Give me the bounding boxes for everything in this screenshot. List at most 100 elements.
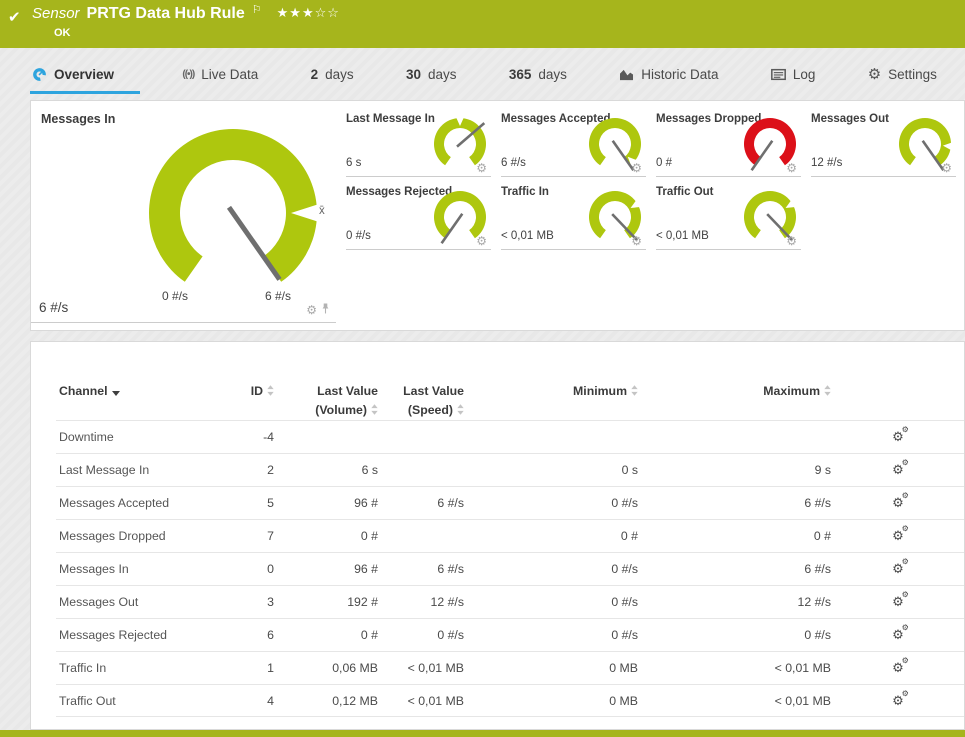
cell-last-value-volume: 6 s	[274, 463, 378, 477]
tab-log[interactable]: Log	[769, 67, 826, 94]
cell-minimum: 0 #/s	[464, 628, 638, 642]
tab-overview[interactable]: Overview	[30, 67, 140, 94]
gear-icon[interactable]: ⚙	[941, 162, 952, 174]
gear-icon[interactable]: ⚙	[786, 235, 797, 247]
gauge-title: Last Message In	[346, 113, 435, 125]
table-row-traffic-out[interactable]: Traffic Out40,12 MB< 0,01 MB0 MB< 0,01 M…	[56, 684, 964, 717]
tab-number: 2	[311, 67, 319, 82]
tab-historic-data[interactable]: Historic Data	[617, 67, 728, 94]
table-row-messages-out[interactable]: Messages Out3192 #12 #/s0 #/s12 #/s⚙⚙	[56, 585, 964, 618]
gear-icon[interactable]: ⚙	[631, 235, 642, 247]
column-header-id[interactable]: ID	[219, 382, 274, 420]
cell-maximum: < 0,01 MB	[638, 694, 831, 708]
cell-id: 2	[219, 463, 274, 477]
channel-settings-icon[interactable]: ⚙⚙	[831, 495, 965, 511]
channel-settings-icon[interactable]: ⚙⚙	[831, 627, 965, 643]
cell-id: 7	[219, 529, 274, 543]
tab-365-days[interactable]: 365 days	[507, 67, 577, 94]
cell-channel: Messages Accepted	[59, 496, 219, 510]
channels-table-header: ChannelIDLast Value (Volume)Last Value (…	[31, 382, 964, 420]
cell-last-value-volume: 0,12 MB	[274, 694, 378, 708]
sort-icon	[371, 402, 378, 421]
channel-settings-icon[interactable]: ⚙⚙	[831, 594, 965, 610]
sensor-title-block: Sensor PRTG Data Hub Rule ⚐ ★★★☆☆ OK	[32, 5, 340, 39]
table-row-messages-accepted[interactable]: Messages Accepted596 #6 #/s0 #/s6 #/s⚙⚙	[56, 486, 964, 519]
cell-last-value-volume: 0,06 MB	[274, 661, 378, 675]
gauge-title: Traffic In	[501, 186, 549, 198]
cell-last-value-speed: < 0,01 MB	[378, 661, 464, 675]
column-header-last-value-speed[interactable]: Last Value (Speed)	[378, 382, 464, 420]
cell-channel: Last Message In	[59, 463, 219, 477]
tab-bar: Overview((•))Live Data2days30days365days…	[0, 48, 965, 94]
cell-last-value-speed: 6 #/s	[378, 496, 464, 510]
tab-number: 365	[509, 67, 532, 82]
column-header-channel[interactable]: Channel	[59, 382, 219, 420]
gear-icon[interactable]: ⚙	[476, 162, 487, 174]
gear-icon[interactable]: ⚙	[476, 235, 487, 247]
cell-id: 4	[219, 694, 274, 708]
tab-settings[interactable]: ⚙Settings	[866, 67, 947, 94]
gauge-current-value: < 0,01 MB	[501, 230, 554, 242]
table-row-last-message-in[interactable]: Last Message In26 s0 s9 s⚙⚙	[56, 453, 964, 486]
channels-table-body: Downtime-4⚙⚙Last Message In26 s0 s9 s⚙⚙M…	[31, 420, 964, 717]
table-row-messages-in[interactable]: Messages In096 #6 #/s0 #/s6 #/s⚙⚙	[56, 552, 964, 585]
table-row-traffic-in[interactable]: Traffic In10,06 MB< 0,01 MB0 MB< 0,01 MB…	[56, 651, 964, 684]
cell-maximum: 6 #/s	[638, 562, 831, 576]
channel-settings-icon[interactable]: ⚙⚙	[831, 462, 965, 478]
gauge-current-value: 0 #/s	[346, 230, 371, 242]
messages-in-gauge	[141, 121, 325, 305]
column-header-maximum[interactable]: Maximum	[638, 382, 831, 420]
cell-channel: Downtime	[59, 430, 219, 444]
gauge-average-marker: x̄	[319, 205, 325, 217]
tab-label: days	[538, 67, 567, 82]
cell-channel: Messages Rejected	[59, 628, 219, 642]
gauge-tile-last-message-in: Last Message In 6 s ⚙	[346, 109, 491, 177]
cell-channel: Messages Out	[59, 595, 219, 609]
channels-table-panel: ChannelIDLast Value (Volume)Last Value (…	[30, 341, 965, 730]
table-row-messages-rejected[interactable]: Messages Rejected60 #0 #/s0 #/s0 #/s⚙⚙	[56, 618, 964, 651]
gear-icon[interactable]: ⚙	[786, 162, 797, 174]
pin-icon[interactable]	[321, 301, 330, 319]
priority-stars[interactable]: ★★★☆☆	[277, 5, 340, 21]
cell-last-value-speed: < 0,01 MB	[378, 694, 464, 708]
table-row-messages-dropped[interactable]: Messages Dropped70 #0 #0 #⚙⚙	[56, 519, 964, 552]
tab-2-days[interactable]: 2days	[309, 67, 364, 94]
cell-last-value-volume: 192 #	[274, 595, 378, 609]
channel-settings-icon[interactable]: ⚙⚙	[831, 561, 965, 577]
tab-live-data[interactable]: ((•))Live Data	[180, 67, 268, 94]
cell-id: 5	[219, 496, 274, 510]
cell-last-value-speed: 6 #/s	[378, 562, 464, 576]
column-label: Minimum	[573, 384, 627, 398]
cell-minimum: 0 s	[464, 463, 638, 477]
gauge-current-value: 12 #/s	[811, 157, 842, 169]
channel-settings-icon[interactable]: ⚙⚙	[831, 528, 965, 544]
cell-minimum: 0 #/s	[464, 595, 638, 609]
gauge-tile-traffic-out: Traffic Out < 0,01 MB ⚙	[656, 182, 801, 250]
cell-maximum: < 0,01 MB	[638, 661, 831, 675]
tab-label: days	[428, 67, 457, 82]
gear-icon[interactable]: ⚙	[631, 162, 642, 174]
tab-label: Overview	[54, 67, 114, 82]
gauge-tile-traffic-in: Traffic In < 0,01 MB ⚙	[501, 182, 646, 250]
flag-icon[interactable]: ⚐	[252, 3, 262, 16]
gear-icon[interactable]: ⚙	[306, 304, 317, 316]
gauges-panel: Messages In 0 #/s 6 #/s x̄ 6 #/s ⚙ Last …	[30, 100, 965, 331]
cell-channel: Traffic In	[59, 661, 219, 675]
gauge-title: Traffic Out	[656, 186, 714, 198]
column-header-last-value-volume[interactable]: Last Value (Volume)	[274, 382, 378, 420]
tab-label: Historic Data	[641, 67, 718, 82]
cell-minimum: 0 #/s	[464, 496, 638, 510]
status-badge: OK	[54, 27, 340, 39]
channel-settings-icon[interactable]: ⚙⚙	[831, 693, 965, 709]
tab-30-days[interactable]: 30days	[404, 67, 467, 94]
channel-settings-icon[interactable]: ⚙⚙	[831, 660, 965, 676]
table-row-downtime[interactable]: Downtime-4⚙⚙	[56, 420, 964, 453]
cell-maximum: 0 #	[638, 529, 831, 543]
status-check-icon: ✔	[8, 8, 21, 26]
cell-channel: Messages Dropped	[59, 529, 219, 543]
column-header-minimum[interactable]: Minimum	[464, 382, 638, 420]
object-kind-label: Sensor	[32, 5, 80, 22]
channel-settings-icon[interactable]: ⚙⚙	[831, 429, 965, 445]
sort-icon	[457, 402, 464, 421]
log-icon	[771, 68, 786, 81]
